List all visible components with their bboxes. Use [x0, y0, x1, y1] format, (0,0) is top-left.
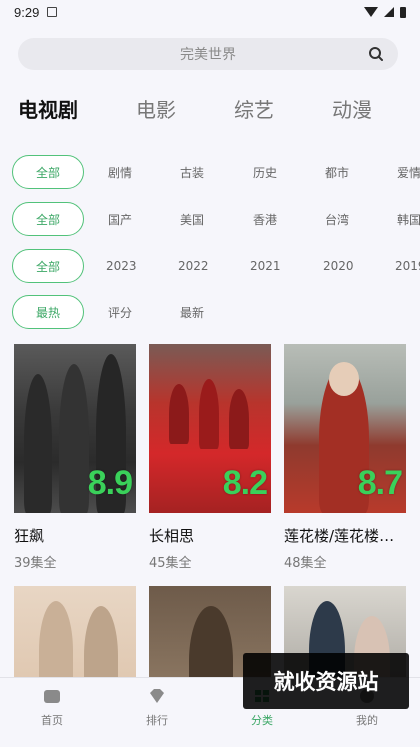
filter-chip-selected[interactable]: 全部	[12, 202, 84, 236]
show-score: 8.2	[222, 464, 268, 502]
show-episodes: 45集全	[149, 556, 192, 571]
filter-option[interactable]: 评分	[108, 295, 132, 329]
filter-option[interactable]: 爱情	[397, 155, 420, 189]
filter-option[interactable]: 国产	[108, 202, 132, 236]
filter-option[interactable]: 都市	[325, 155, 349, 189]
search-bar[interactable]: 完美世界	[18, 38, 398, 70]
show-card[interactable]: 8.7 莲花楼/莲花楼演... 48集全	[284, 344, 406, 571]
filter-option[interactable]: 历史	[253, 155, 277, 189]
filter-option[interactable]: 2023	[106, 249, 137, 283]
search-icon[interactable]	[368, 46, 384, 62]
filter-option[interactable]: 台湾	[325, 202, 349, 236]
show-episodes: 48集全	[284, 556, 327, 571]
filter-option[interactable]: 2022	[178, 249, 209, 283]
tab-variety[interactable]: 综艺	[234, 94, 274, 123]
filter-option[interactable]: 2021	[250, 249, 281, 283]
filter-option[interactable]: 韩国	[397, 202, 420, 236]
status-icons	[364, 6, 406, 18]
signal-icon	[384, 7, 394, 17]
filter-row-genre: 全部 剧情 古装 历史 都市 爱情	[0, 155, 420, 191]
filter-chip-selected[interactable]: 最热	[12, 295, 84, 329]
category-tabs: 电视剧 电影 综艺 动漫	[0, 88, 420, 128]
nav-profile-label: 我的	[356, 714, 378, 727]
filter-row-region: 全部 国产 美国 香港 台湾 韩国	[0, 202, 420, 238]
nav-ranking-label: 排行	[146, 714, 168, 727]
nav-category-label: 分类	[251, 714, 273, 727]
search-placeholder: 完美世界	[180, 47, 236, 63]
filter-row-year: 全部 2023 2022 2021 2020 2019	[0, 249, 420, 285]
filter-option[interactable]: 2020	[323, 249, 354, 283]
status-bar: 9:29	[0, 0, 420, 24]
notification-icon	[47, 7, 58, 17]
nav-home-label: 首页	[41, 714, 63, 727]
filter-option[interactable]: 香港	[253, 202, 277, 236]
filter-chip-selected[interactable]: 全部	[12, 249, 84, 283]
filter-option[interactable]: 剧情	[108, 155, 132, 189]
status-time: 9:29	[14, 4, 40, 20]
nav-ranking[interactable]: 排行	[117, 688, 197, 728]
show-score: 8.9	[87, 464, 133, 502]
diamond-icon	[150, 689, 164, 703]
watermark-badge: 就收资源站	[243, 653, 409, 709]
filter-chip-selected[interactable]: 全部	[12, 155, 84, 189]
filter-option[interactable]: 古装	[180, 155, 204, 189]
show-poster[interactable]: 8.9	[14, 344, 136, 513]
show-title[interactable]: 狂飙	[14, 525, 136, 546]
wifi-icon	[364, 7, 378, 17]
filter-option[interactable]: 美国	[180, 202, 204, 236]
filter-option[interactable]: 最新	[180, 295, 204, 329]
home-icon	[44, 690, 60, 703]
nav-home[interactable]: 首页	[12, 688, 92, 728]
filter-row-sort: 最热 评分 最新	[0, 295, 420, 331]
tab-anime[interactable]: 动漫	[332, 94, 372, 123]
show-episodes: 39集全	[14, 556, 57, 571]
tab-tv-series[interactable]: 电视剧	[18, 94, 78, 123]
show-poster[interactable]: 8.7	[284, 344, 406, 513]
show-score: 8.7	[357, 464, 403, 502]
show-title[interactable]: 长相思	[149, 525, 271, 546]
show-title[interactable]: 莲花楼/莲花楼演...	[284, 525, 406, 546]
show-card[interactable]: 8.9 狂飙 39集全	[14, 344, 136, 571]
tab-movies[interactable]: 电影	[136, 94, 176, 123]
show-card[interactable]: 8.2 长相思 45集全	[149, 344, 271, 571]
filter-option[interactable]: 2019	[395, 249, 420, 283]
show-poster[interactable]: 8.2	[149, 344, 271, 513]
battery-icon	[400, 6, 406, 18]
